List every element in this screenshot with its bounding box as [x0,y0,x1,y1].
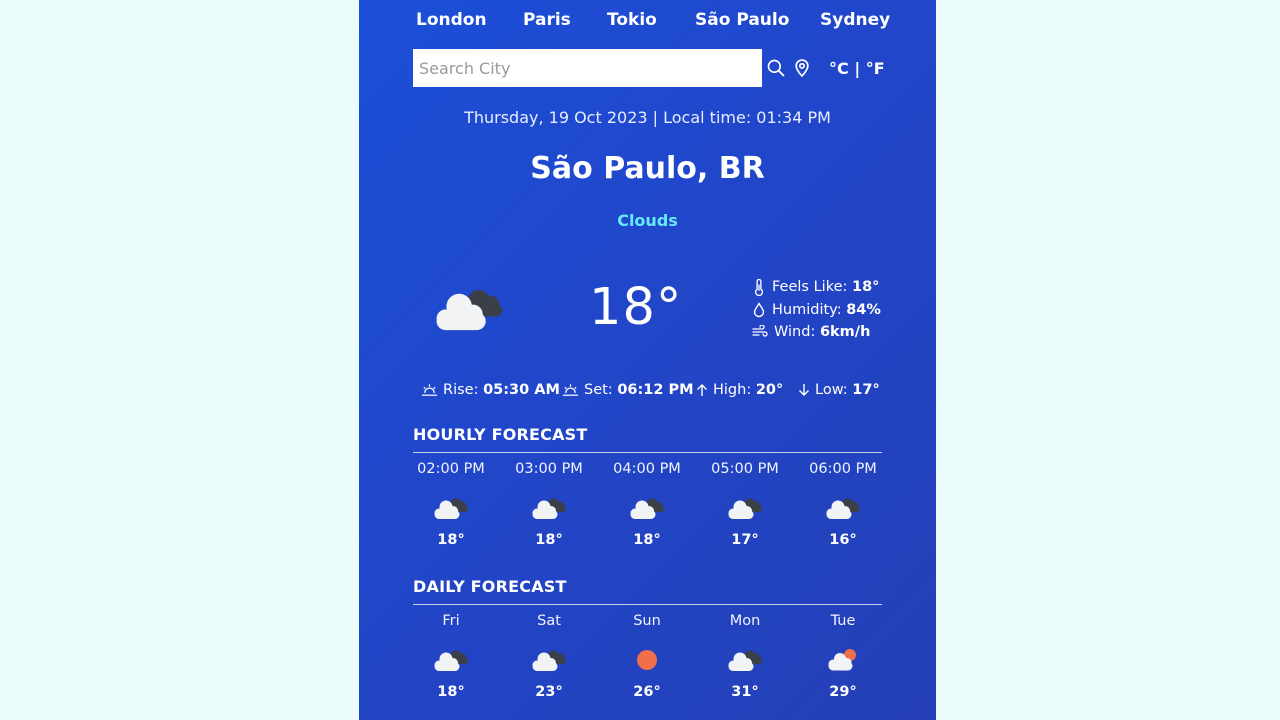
daily-day: Sun [633,613,661,629]
low-temp-stat: Low: 17° [798,382,880,398]
hourly-temp: 18° [535,532,563,548]
hourly-item: 05:00 PM 17° [696,458,794,548]
broken-clouds-icon [725,494,765,522]
weather-app: London Paris Tokio São Paulo Sydney °C |… [359,0,936,720]
hourly-time: 03:00 PM [515,461,583,477]
daily-item: Sun 26° [598,610,696,700]
daily-forecast-title: DAILY FORECAST [413,577,567,596]
daily-temp: 18° [437,684,465,700]
sunrise-stat: Rise: 05:30 AM [421,382,560,398]
nav-city-sao-paulo[interactable]: São Paulo [695,10,789,30]
droplet-icon [753,301,765,317]
sunset-value: 06:12 PM [617,382,694,398]
daily-divider [413,604,882,605]
fahrenheit-button[interactable]: °F [866,59,885,78]
broken-clouds-icon [627,494,667,522]
sunset-label: Set: [584,382,613,398]
sunset-stat: Set: 06:12 PM [562,382,694,398]
sunrise-icon [421,384,438,396]
daily-item: Mon 31° [696,610,794,700]
celsius-button[interactable]: °C [829,59,849,78]
broken-clouds-icon [725,646,765,674]
daily-temp: 29° [829,684,857,700]
feels-like-row: Feels Like: 18° [752,276,932,299]
thermometer-icon [754,278,764,296]
low-temp-label: Low: [815,382,848,398]
location-pin-icon[interactable] [792,58,812,78]
hourly-item: 02:00 PM 18° [402,458,500,548]
hourly-temp: 18° [437,532,465,548]
wind-row: Wind: 6km/h [752,321,932,344]
hourly-item: 06:00 PM 16° [794,458,892,548]
hourly-temp: 17° [731,532,759,548]
broken-clouds-icon [529,646,569,674]
search-icon[interactable] [766,58,786,78]
hourly-temp: 18° [633,532,661,548]
daily-forecast: Fri 18° Sat 23° Sun 26° Mon 31° Tue 29° [402,610,892,710]
hourly-item: 03:00 PM 18° [500,458,598,548]
broken-clouds-icon [529,494,569,522]
daily-day: Mon [729,613,761,629]
high-temp-value: 20° [755,382,784,398]
hourly-time: 05:00 PM [711,461,779,477]
sunrise-value: 05:30 AM [483,382,560,398]
few-clouds-icon [823,646,863,674]
daily-temp: 26° [633,684,661,700]
daily-temp: 23° [535,684,563,700]
wind-icon [752,325,768,337]
feels-like-value: 18° [851,279,880,296]
broken-clouds-icon [431,646,471,674]
sun-icon [627,646,667,674]
hourly-time: 02:00 PM [417,461,485,477]
broken-clouds-icon [429,281,509,336]
wind-label: Wind: [774,324,816,341]
hourly-time: 04:00 PM [613,461,681,477]
wind-value: 6km/h [819,324,871,341]
nav-city-tokio[interactable]: Tokio [607,10,657,30]
daily-day: Sat [537,613,561,629]
nav-city-sydney[interactable]: Sydney [820,10,890,30]
search-row: °C | °F [413,49,885,87]
nav-city-paris[interactable]: Paris [523,10,571,30]
arrow-up-icon [697,384,707,396]
hourly-divider [413,452,882,453]
hourly-forecast-title: HOURLY FORECAST [413,425,588,444]
hourly-time: 06:00 PM [809,461,877,477]
hourly-forecast: 02:00 PM 18° 03:00 PM 18° 04:00 PM 18° 0… [402,458,892,558]
city-title: São Paulo, BR [530,151,765,186]
search-input[interactable] [413,49,762,87]
arrow-down-icon [799,384,809,396]
low-temp-value: 17° [852,382,880,398]
hourly-item: 04:00 PM 18° [598,458,696,548]
daily-temp: 31° [731,684,759,700]
current-temperature: 18° [589,278,683,337]
humidity-row: Humidity: 84% [752,299,932,322]
unit-separator: | [854,59,861,78]
local-datetime: Thursday, 19 Oct 2023 | Local time: 01:3… [464,108,831,127]
sun-stats-row: Rise: 05:30 AM Set: 06:12 PM High: 20° L… [359,382,936,404]
city-nav: London Paris Tokio São Paulo Sydney [359,6,936,34]
humidity-value: 84% [846,301,881,318]
feels-like-label: Feels Like: [772,279,848,296]
daily-day: Fri [442,613,460,629]
unit-toggle: °C | °F [829,59,885,78]
daily-item: Tue 29° [794,610,892,700]
hourly-temp: 16° [829,532,857,548]
nav-city-london[interactable]: London [416,10,487,30]
daily-item: Fri 18° [402,610,500,700]
high-temp-label: High: [713,382,752,398]
weather-condition: Clouds [617,211,678,230]
sunrise-label: Rise: [443,382,479,398]
daily-item: Sat 23° [500,610,598,700]
weather-details: Feels Like: 18° Humidity: 84% Wind: 6km/… [752,276,932,344]
broken-clouds-icon [431,494,471,522]
daily-day: Tue [830,613,856,629]
broken-clouds-icon [823,494,863,522]
humidity-label: Humidity: [772,301,842,318]
sunset-icon [562,384,579,396]
high-temp-stat: High: 20° [696,382,783,398]
